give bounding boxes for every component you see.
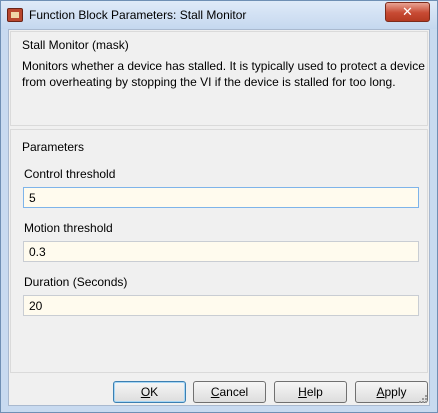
cancel-button[interactable]: Cancel bbox=[193, 381, 266, 403]
close-button[interactable]: ✕ bbox=[385, 2, 430, 22]
duration-input[interactable] bbox=[23, 295, 419, 316]
title-bar[interactable]: Function Block Parameters: Stall Monitor… bbox=[1, 1, 437, 29]
duration-label: Duration (Seconds) bbox=[24, 275, 128, 289]
cancel-label-rest: ancel bbox=[219, 385, 249, 399]
dialog-window: Function Block Parameters: Stall Monitor… bbox=[0, 0, 438, 413]
motion-threshold-input[interactable] bbox=[23, 241, 419, 262]
mask-title: Stall Monitor (mask) bbox=[22, 38, 129, 52]
help-button[interactable]: Help bbox=[274, 381, 347, 403]
dialog-client-area: Stall Monitor (mask) Monitors whether a … bbox=[8, 29, 430, 406]
simulink-block-icon bbox=[7, 8, 23, 22]
parameters-title: Parameters bbox=[22, 140, 85, 154]
apply-label-rest: pply bbox=[384, 385, 407, 399]
close-icon: ✕ bbox=[402, 4, 413, 19]
control-threshold-input[interactable] bbox=[23, 187, 419, 208]
mask-description: Monitors whether a device has stalled. I… bbox=[22, 59, 425, 89]
window-title: Function Block Parameters: Stall Monitor bbox=[29, 8, 247, 22]
resize-grip-icon[interactable] bbox=[417, 393, 427, 403]
control-threshold-label: Control threshold bbox=[24, 167, 116, 181]
help-label-rest: elp bbox=[306, 385, 323, 399]
ok-label-rest: K bbox=[150, 385, 159, 399]
motion-threshold-label: Motion threshold bbox=[24, 221, 113, 235]
mask-description-group: Stall Monitor (mask) Monitors whether a … bbox=[10, 31, 428, 126]
ok-mnemonic: O bbox=[140, 385, 151, 399]
ok-button[interactable]: OK bbox=[113, 381, 186, 403]
parameters-group: Parameters Control threshold Motion thre… bbox=[10, 129, 428, 373]
help-mnemonic: H bbox=[298, 385, 307, 399]
apply-mnemonic: A bbox=[376, 385, 385, 399]
